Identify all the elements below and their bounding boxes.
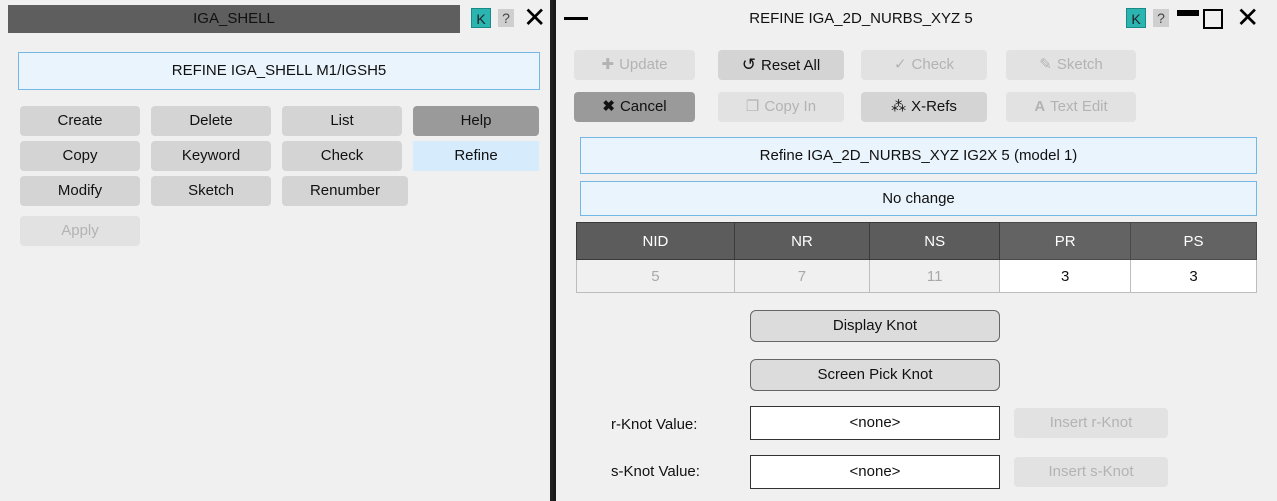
update-label: Update <box>619 56 668 73</box>
apply-button[interactable]: Apply <box>20 216 140 246</box>
keyword-k-icon[interactable]: K <box>1126 8 1146 28</box>
cell-ns: 11 <box>868 259 1001 293</box>
delete-button[interactable]: Delete <box>151 106 271 136</box>
cell-nid: 5 <box>576 259 735 293</box>
cancel-button[interactable]: ✖ Cancel <box>574 92 695 122</box>
right-titlebar: REFINE IGA_2D_NURBS_XYZ 5 K ? ✕ <box>556 0 1277 37</box>
copy-button[interactable]: Copy <box>20 141 140 171</box>
col-header-nr: NR <box>733 222 870 260</box>
maximize-icon[interactable] <box>1203 9 1223 29</box>
table-row: 5 7 11 3 3 <box>576 259 1258 293</box>
insert-s-knot-button[interactable]: Insert s-Knot <box>1014 457 1168 487</box>
sketch-button[interactable]: Sketch <box>151 176 271 206</box>
check-label: Check <box>911 56 955 73</box>
help-button[interactable]: Help <box>413 106 539 136</box>
table-header-row: NID NR NS PR PS <box>576 222 1258 260</box>
help-question-icon[interactable]: ? <box>1153 9 1169 27</box>
text-edit-button[interactable]: A Text Edit <box>1006 92 1136 122</box>
screen-pick-knot-button[interactable]: Screen Pick Knot <box>750 359 1000 391</box>
copy-in-label: Copy In <box>764 98 817 115</box>
left-title: IGA_SHELL <box>193 10 275 27</box>
close-icon[interactable]: ✕ <box>1236 3 1259 33</box>
insert-r-knot-button[interactable]: Insert r-Knot <box>1014 408 1168 438</box>
text-a-icon: A <box>1034 98 1046 115</box>
copy-in-button[interactable]: ❐ Copy In <box>718 92 844 122</box>
update-button[interactable]: ✚ Update <box>574 50 695 80</box>
col-header-nid: NID <box>576 222 735 260</box>
copy-document-icon: ❐ <box>745 98 760 115</box>
refine-info: Refine IGA_2D_NURBS_XYZ IG2X 5 (model 1) <box>580 137 1257 174</box>
col-header-pr: PR <box>999 222 1131 260</box>
list-button[interactable]: List <box>282 106 402 136</box>
cell-pr[interactable]: 3 <box>999 259 1131 293</box>
cell-ps[interactable]: 3 <box>1129 259 1258 293</box>
col-header-ps: PS <box>1129 222 1258 260</box>
s-knot-label: s-Knot Value: <box>611 463 700 480</box>
minimize-panel-icon[interactable] <box>564 17 588 20</box>
modify-button[interactable]: Modify <box>20 176 140 206</box>
command-display: REFINE IGA_SHELL M1/IGSH5 <box>18 52 540 90</box>
sketch-label: Sketch <box>1056 56 1103 73</box>
col-header-ns: NS <box>868 222 1001 260</box>
plus-icon: ✚ <box>601 56 615 73</box>
keyword-button[interactable]: Keyword <box>151 141 271 171</box>
create-button[interactable]: Create <box>20 106 140 136</box>
reset-all-label: Reset All <box>761 57 821 74</box>
text-edit-label: Text Edit <box>1050 98 1108 115</box>
check-button[interactable]: ✓ Check <box>861 50 987 80</box>
display-knot-button[interactable]: Display Knot <box>750 310 1000 342</box>
sketch-button[interactable]: ✎ Sketch <box>1006 50 1136 80</box>
refine-table: NID NR NS PR PS 5 7 11 3 3 <box>576 222 1258 293</box>
close-icon[interactable]: ✕ <box>523 3 546 33</box>
refine-panel: REFINE IGA_2D_NURBS_XYZ 5 K ? ✕ ✚ Update … <box>556 0 1277 501</box>
xrefs-button[interactable]: ⁂ X-Refs <box>861 92 987 122</box>
renumber-button[interactable]: Renumber <box>282 176 408 206</box>
refine-button[interactable]: Refine <box>413 141 539 171</box>
iga-shell-panel: IGA_SHELL K ? ✕ REFINE IGA_SHELL M1/IGSH… <box>0 0 553 501</box>
keyword-k-icon[interactable]: K <box>471 8 491 28</box>
help-question-icon[interactable]: ? <box>498 9 514 27</box>
checkmark-icon: ✓ <box>893 56 907 73</box>
s-knot-input[interactable]: <none> <box>750 455 1000 489</box>
xrefs-label: X-Refs <box>911 98 957 115</box>
left-titlebar: IGA_SHELL K ? ✕ <box>0 0 550 37</box>
status-display: No change <box>580 181 1257 216</box>
minimize-icon[interactable] <box>1177 10 1199 16</box>
cancel-label: Cancel <box>619 98 667 115</box>
r-knot-label: r-Knot Value: <box>611 416 698 433</box>
reset-all-button[interactable]: ↺ Reset All <box>718 50 844 80</box>
r-knot-input[interactable]: <none> <box>750 406 1000 440</box>
undo-arrow-icon: ↺ <box>741 55 757 74</box>
x-cancel-icon: ✖ <box>602 98 615 115</box>
right-title: REFINE IGA_2D_NURBS_XYZ 5 <box>749 10 973 27</box>
hierarchy-icon: ⁂ <box>891 98 907 115</box>
cell-nr: 7 <box>733 259 870 293</box>
check-button[interactable]: Check <box>282 141 402 171</box>
pencil-icon: ✎ <box>1039 56 1052 73</box>
